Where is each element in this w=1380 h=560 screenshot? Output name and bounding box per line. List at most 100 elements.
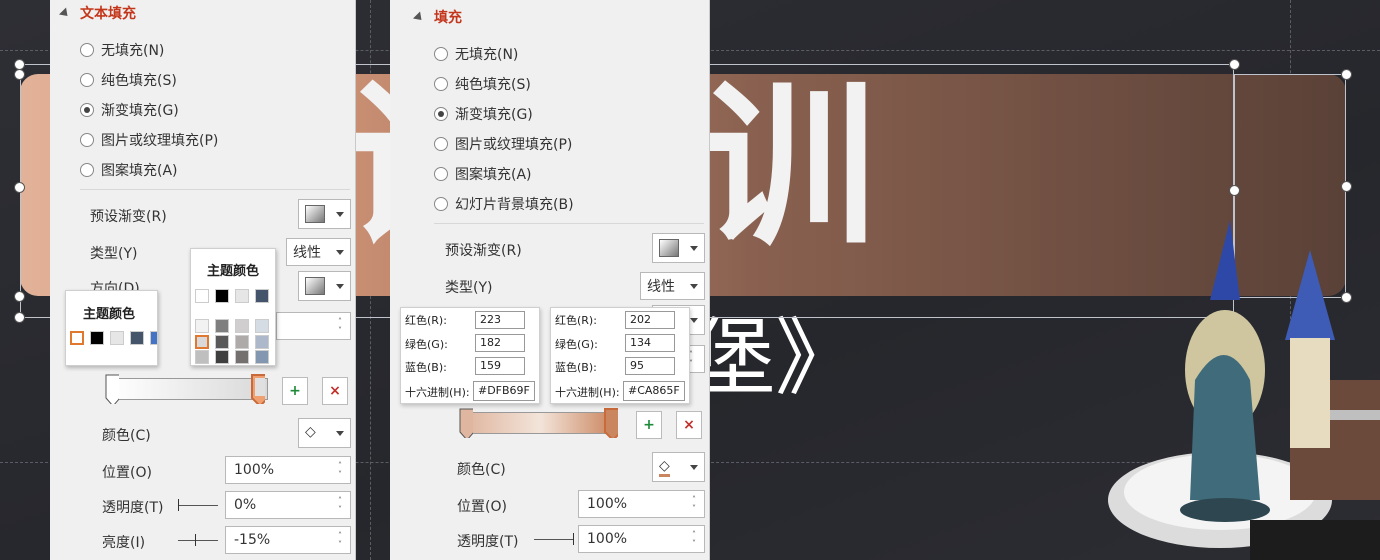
blue-input[interactable]: 159 — [475, 357, 525, 375]
blue-label: 蓝色(B): — [555, 361, 597, 374]
remove-stop-button[interactable]: × — [322, 377, 348, 405]
color-swatch[interactable] — [255, 319, 269, 333]
remove-stop-button[interactable]: × — [676, 411, 702, 439]
fill-option-gradient[interactable]: 渐变填充(G) — [434, 104, 533, 124]
fill-option-none[interactable]: 无填充(N) — [80, 40, 164, 60]
add-stop-button[interactable]: + — [636, 411, 662, 439]
radio-button[interactable] — [434, 47, 448, 61]
fill-option-picture[interactable]: 图片或纹理填充(P) — [434, 134, 572, 154]
color-dropdown[interactable]: ◇ — [652, 452, 705, 482]
type-dropdown[interactable]: 线性 — [640, 272, 705, 300]
collapse-caret-icon[interactable] — [412, 10, 426, 24]
color-swatch[interactable] — [255, 335, 269, 349]
color-swatch[interactable] — [235, 319, 249, 333]
angle-field[interactable]: ˄ ˅ — [276, 312, 351, 340]
section-title: 填充 — [434, 10, 462, 26]
color-swatch-blue-gray[interactable] — [255, 289, 269, 303]
transparency-slider[interactable] — [178, 499, 218, 511]
resize-handle[interactable] — [14, 291, 25, 302]
preset-gradient-dropdown[interactable] — [652, 233, 705, 263]
text-fill-section-header[interactable]: 文本填充 — [58, 0, 136, 26]
slider-thumb[interactable] — [178, 499, 179, 511]
slider-thumb[interactable] — [195, 534, 196, 546]
radio-button-selected[interactable] — [434, 107, 448, 121]
green-input[interactable]: 134 — [625, 334, 675, 352]
color-swatch-black[interactable] — [90, 331, 104, 345]
resize-handle[interactable] — [1229, 59, 1240, 70]
fill-option-pattern[interactable]: 图案填充(A) — [80, 160, 178, 180]
gradient-stops-bar[interactable] — [110, 378, 268, 400]
rgb-color-popup: 红色(R): 202 绿色(G): 134 蓝色(B): 95 十六进制(H):… — [550, 307, 690, 404]
resize-handle[interactable] — [14, 182, 25, 193]
color-swatch[interactable] — [235, 350, 249, 364]
transparency-field[interactable]: 0% ˄ ˅ — [225, 491, 351, 519]
gradient-stop-handle-selected[interactable] — [251, 374, 265, 404]
fill-section-header[interactable]: 填充 — [412, 4, 462, 30]
color-dropdown[interactable]: ◇ — [298, 418, 351, 448]
gradient-stops-bar[interactable] — [465, 412, 615, 434]
resize-handle[interactable] — [14, 69, 25, 80]
color-swatch-gray[interactable] — [110, 331, 124, 345]
color-swatch-white[interactable] — [70, 331, 84, 345]
radio-button[interactable] — [80, 73, 94, 87]
fill-option-none[interactable]: 无填充(N) — [434, 44, 518, 64]
fill-option-solid[interactable]: 纯色填充(S) — [434, 74, 531, 94]
preset-gradient-dropdown[interactable] — [298, 199, 351, 229]
hex-input[interactable]: #DFB69F — [473, 381, 535, 401]
green-input[interactable]: 182 — [475, 334, 525, 352]
radio-button[interactable] — [80, 43, 94, 57]
position-label: 位置(O) — [102, 465, 152, 481]
brightness-field[interactable]: -15% ˄ ˅ — [225, 526, 351, 554]
color-swatch-selected[interactable] — [195, 335, 209, 349]
transparency-field[interactable]: 100% ˄ ˅ — [578, 525, 705, 553]
resize-handle[interactable] — [14, 312, 25, 323]
fill-option-picture[interactable]: 图片或纹理填充(P) — [80, 130, 218, 150]
color-swatch-black[interactable] — [215, 289, 229, 303]
fill-option-label: 幻灯片背景填充(B) — [455, 197, 574, 213]
radio-button-selected[interactable] — [80, 103, 94, 117]
resize-handle[interactable] — [1229, 185, 1240, 196]
hex-input[interactable]: #CA865F — [623, 381, 685, 401]
radio-button[interactable] — [80, 133, 94, 147]
red-input[interactable]: 223 — [475, 311, 525, 329]
hex-label: 十六进制(H): — [405, 386, 470, 399]
gradient-stop-handle-selected[interactable] — [604, 408, 618, 438]
fill-option-gradient[interactable]: 渐变填充(G) — [80, 100, 179, 120]
position-field[interactable]: 100% ˄ ˅ — [225, 456, 351, 484]
color-swatch-gray[interactable] — [235, 289, 249, 303]
radio-button[interactable] — [434, 77, 448, 91]
type-dropdown[interactable]: 线性 — [286, 238, 351, 266]
resize-handle[interactable] — [1341, 181, 1352, 192]
color-swatch[interactable] — [195, 319, 209, 333]
color-swatch[interactable] — [215, 319, 229, 333]
fill-option-pattern[interactable]: 图案填充(A) — [434, 164, 532, 184]
brightness-slider[interactable] — [178, 534, 218, 546]
type-value: 线性 — [293, 245, 321, 261]
radio-button[interactable] — [434, 167, 448, 181]
radio-button[interactable] — [80, 163, 94, 177]
color-swatch[interactable] — [215, 335, 229, 349]
fill-option-slide-bg[interactable]: 幻灯片背景填充(B) — [434, 194, 574, 214]
color-swatch[interactable] — [195, 350, 209, 364]
transparency-slider[interactable] — [534, 533, 574, 545]
color-swatch-blue[interactable] — [150, 331, 158, 345]
slider-thumb[interactable] — [573, 533, 574, 545]
color-swatch[interactable] — [255, 350, 269, 364]
color-swatch[interactable] — [215, 350, 229, 364]
red-input[interactable]: 202 — [625, 311, 675, 329]
blue-input[interactable]: 95 — [625, 357, 675, 375]
gradient-stop-handle[interactable] — [459, 408, 473, 438]
resize-handle[interactable] — [1341, 69, 1352, 80]
gradient-stop-handle[interactable] — [105, 374, 119, 404]
color-swatch-blue-gray[interactable] — [130, 331, 144, 345]
add-stop-button[interactable]: + — [282, 377, 308, 405]
radio-button[interactable] — [434, 137, 448, 151]
position-field[interactable]: 100% ˄ ˅ — [578, 490, 705, 518]
direction-dropdown[interactable] — [298, 271, 351, 301]
collapse-caret-icon[interactable] — [58, 6, 72, 20]
gradient-direction-icon — [305, 277, 325, 295]
radio-button[interactable] — [434, 197, 448, 211]
fill-option-solid[interactable]: 纯色填充(S) — [80, 70, 177, 90]
color-swatch[interactable] — [235, 335, 249, 349]
color-swatch-white[interactable] — [195, 289, 209, 303]
